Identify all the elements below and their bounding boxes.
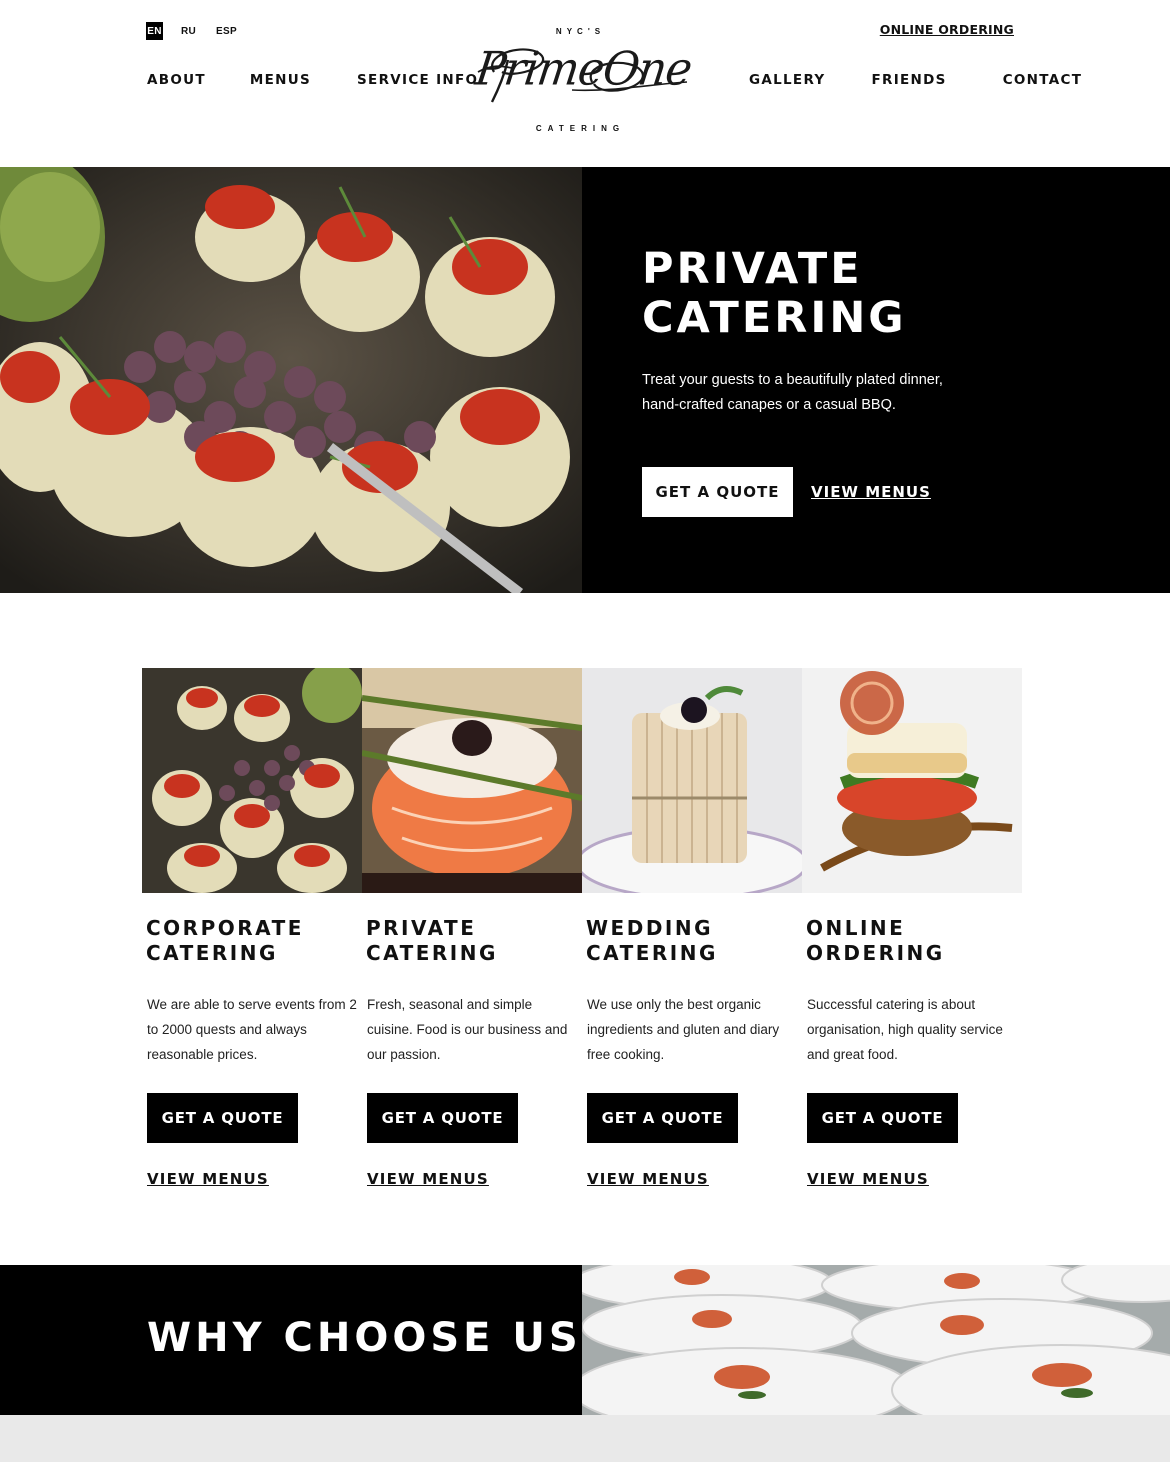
service-title-line2: ORDERING xyxy=(806,941,945,965)
nav-left: ABOUT MENUS SERVICE INFO xyxy=(147,72,478,88)
get-quote-button-wedding[interactable]: GET A QUOTE xyxy=(587,1093,738,1143)
service-card-private: PRIVATE CATERING Fresh, seasonal and sim… xyxy=(362,668,582,1198)
get-quote-button-corporate[interactable]: GET A QUOTE xyxy=(147,1093,298,1143)
service-card-online: ONLINE ORDERING Successful catering is a… xyxy=(802,668,1022,1198)
nav-contact[interactable]: CONTACT xyxy=(1003,72,1083,88)
service-image-private xyxy=(362,668,582,893)
service-title-private: PRIVATE CATERING xyxy=(366,916,498,966)
logo-script-text: PrimeOne xyxy=(472,42,695,97)
nav-about[interactable]: ABOUT xyxy=(147,72,206,88)
service-title-line2: CATERING xyxy=(586,941,718,965)
view-menus-link-wedding[interactable]: VIEW MENUS xyxy=(587,1170,709,1188)
service-text-corporate: We are able to serve events from 2 to 20… xyxy=(147,997,357,1062)
service-text-wedding: We use only the best organic ingredients… xyxy=(587,997,780,1062)
service-title-line1: WEDDING xyxy=(586,916,714,940)
service-card-corporate: CORPORATE CATERING We are able to serve … xyxy=(142,668,362,1198)
online-ordering-link[interactable]: ONLINE ORDERING xyxy=(880,22,1014,37)
logo-top-tag: NYC'S xyxy=(555,27,606,36)
nav-service-info[interactable]: SERVICE INFO xyxy=(357,72,478,88)
service-text-private: Fresh, seasonal and simple cuisine. Food… xyxy=(367,997,568,1062)
service-text-online: Successful catering is about organisatio… xyxy=(807,997,1003,1062)
hero-panel: PRIVATE CATERING Treat your guests to a … xyxy=(582,167,1170,593)
get-quote-button-online[interactable]: GET A QUOTE xyxy=(807,1093,958,1143)
service-title-corporate: CORPORATE CATERING xyxy=(146,916,304,966)
hero-title-line2: CATERING xyxy=(642,293,907,343)
logo-bottom-tag: CATERING xyxy=(535,124,626,133)
hero-view-menus-link[interactable]: VIEW MENUS xyxy=(811,483,931,501)
get-quote-button-private[interactable]: GET A QUOTE xyxy=(367,1093,518,1143)
nav-friends[interactable]: FRIENDS xyxy=(872,72,947,88)
why-choose-us-section: WHY CHOOSE US? xyxy=(0,1265,1170,1415)
service-image-corporate xyxy=(142,668,362,893)
service-title-line1: CORPORATE xyxy=(146,916,304,940)
service-title-wedding: WEDDING CATERING xyxy=(586,916,718,966)
nav-menus[interactable]: MENUS xyxy=(250,72,311,88)
service-title-online: ONLINE ORDERING xyxy=(806,916,945,966)
service-title-line2: CATERING xyxy=(146,941,278,965)
hero-description: Treat your guests to a beautifully plate… xyxy=(642,372,943,413)
why-title: WHY CHOOSE US? xyxy=(147,1315,609,1361)
hero-title: PRIVATE CATERING xyxy=(642,245,907,343)
hero-food-image xyxy=(0,167,582,593)
footer-band xyxy=(0,1415,1170,1462)
service-title-line1: ONLINE xyxy=(806,916,906,940)
nav-gallery[interactable]: GALLERY xyxy=(749,72,826,88)
service-image-online xyxy=(802,668,1022,893)
brand-logo[interactable]: NYC'S PrimeOne CATERING xyxy=(468,22,695,142)
why-panel: WHY CHOOSE US? xyxy=(0,1265,605,1415)
services-section: CORPORATE CATERING We are able to serve … xyxy=(142,668,1022,1198)
view-menus-link-private[interactable]: VIEW MENUS xyxy=(367,1170,489,1188)
language-switcher: EN RU ESP xyxy=(146,22,237,40)
view-menus-link-corporate[interactable]: VIEW MENUS xyxy=(147,1170,269,1188)
lang-ru[interactable]: RU xyxy=(181,26,196,37)
service-card-wedding: WEDDING CATERING We use only the best or… xyxy=(582,668,802,1198)
hero-section: PRIVATE CATERING Treat your guests to a … xyxy=(0,167,1170,593)
service-title-line1: PRIVATE xyxy=(366,916,477,940)
lang-en[interactable]: EN xyxy=(146,22,163,40)
view-menus-link-online[interactable]: VIEW MENUS xyxy=(807,1170,929,1188)
why-plates-image xyxy=(582,1265,1170,1415)
lang-esp[interactable]: ESP xyxy=(216,26,237,37)
nav-right: GALLERY FRIENDS CONTACT xyxy=(749,72,1082,88)
service-title-line2: CATERING xyxy=(366,941,498,965)
hero-get-quote-button[interactable]: GET A QUOTE xyxy=(642,467,793,517)
hero-title-line1: PRIVATE xyxy=(642,244,863,294)
service-image-wedding xyxy=(582,668,802,893)
